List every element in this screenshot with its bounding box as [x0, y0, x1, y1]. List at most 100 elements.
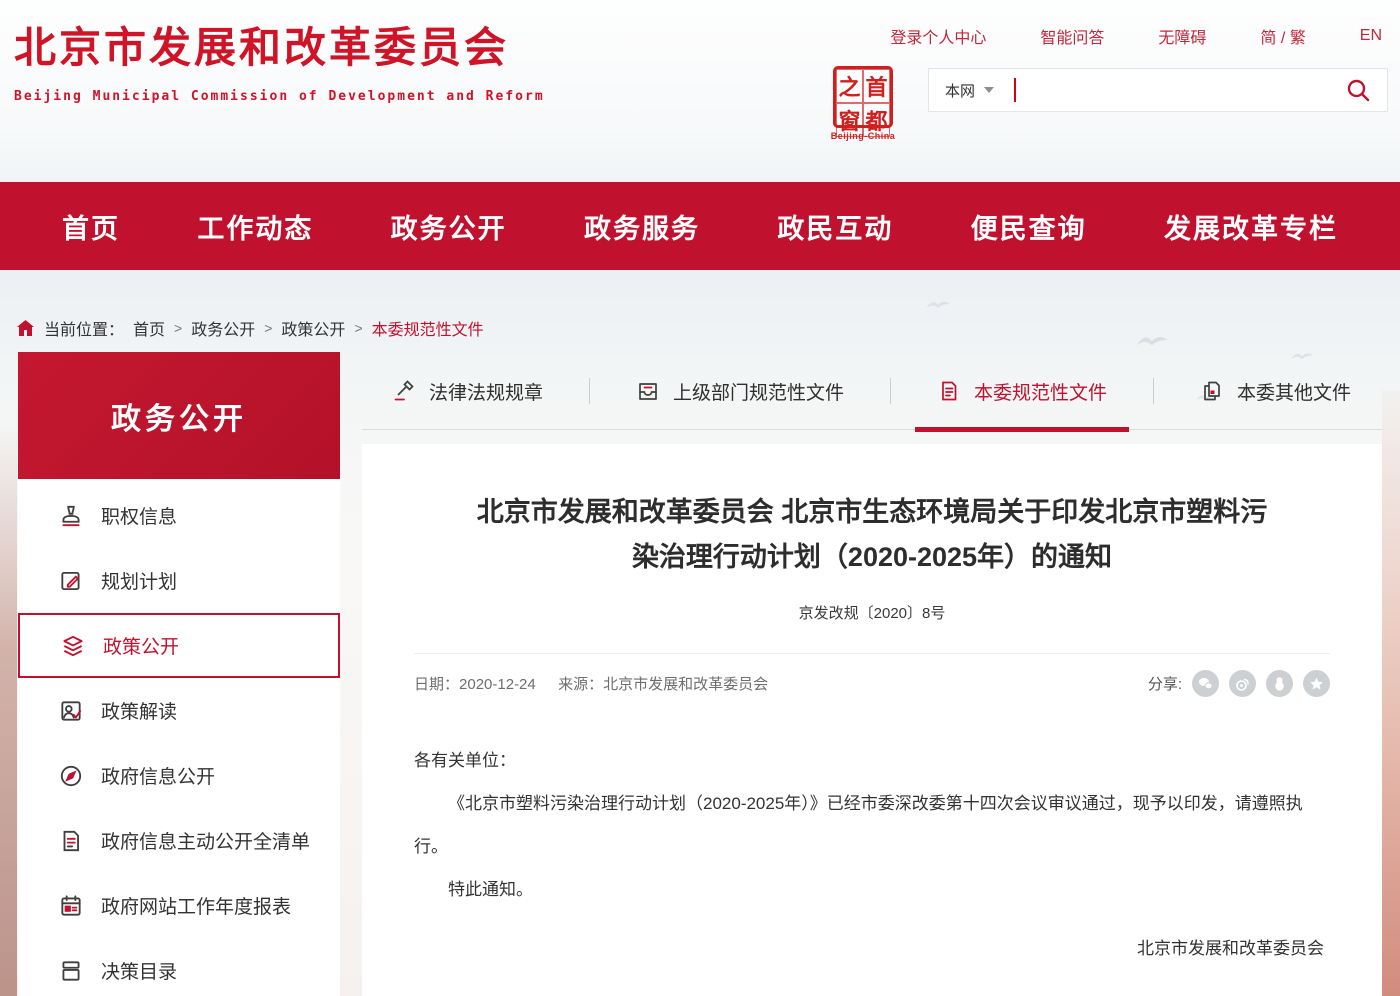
english-link[interactable]: EN: [1360, 27, 1382, 45]
tab-label: 本委规范性文件: [974, 378, 1107, 405]
person-check-icon: [58, 698, 84, 724]
content-layout: 政务公开 职权信息 规划计划: [18, 352, 1382, 996]
gavel-icon: [392, 379, 416, 403]
breadcrumb-separator: >: [354, 320, 362, 336]
background-photo-right-edge: [1382, 390, 1400, 996]
breadcrumb-policy-disclosure[interactable]: 政策公开: [281, 316, 345, 340]
document-number: 京发改规〔2020〕8号: [414, 602, 1330, 623]
main-navigation: 首页 工作动态 政务公开 政务服务 政民互动 便民查询 发展改革专栏: [0, 182, 1400, 270]
breadcrumb-gov-disclosure[interactable]: 政务公开: [191, 316, 255, 340]
text-cursor: [1014, 78, 1016, 102]
breadcrumb-label: 当前位置：: [44, 316, 124, 340]
tab-other-docs[interactable]: 本委其他文件: [1178, 352, 1373, 430]
breadcrumb-home[interactable]: 首页: [133, 316, 165, 340]
capital-window-logo[interactable]: 之 首 窗 都 Beijing-China: [824, 66, 902, 141]
smart-qa-link[interactable]: 智能问答: [1040, 24, 1104, 48]
sidebar: 政务公开 职权信息 规划计划: [18, 352, 340, 996]
salutation: 各有关单位：: [414, 739, 1330, 782]
share-label: 分享:: [1148, 673, 1182, 694]
sidebar-item-label: 政策解读: [101, 697, 177, 724]
article-panel: 北京市发展和改革委员会 北京市生态环境局关于印发北京市塑料污染治理行动计划（20…: [362, 444, 1382, 996]
tab-separator: [589, 378, 590, 404]
article-meta: 日期：2020-12-24 来源：北京市发展和改革委员会 分享:: [414, 670, 1330, 697]
share-weibo-icon[interactable]: [1229, 670, 1256, 697]
stamp-char: 之: [836, 69, 863, 103]
nav-work-news[interactable]: 工作动态: [197, 207, 313, 246]
document-icon: [937, 379, 961, 403]
nav-reform-column[interactable]: 发展改革专栏: [1164, 207, 1338, 246]
tab-superior-normative-docs[interactable]: 上级部门规范性文件: [614, 352, 866, 430]
search-row: 之 首 窗 都 Beijing-China 本网: [824, 62, 1388, 141]
paragraph: 《北京市塑料污染治理行动计划（2020-2025年）》已经市委深改委第十四次会议…: [414, 782, 1330, 868]
share-bar: 分享:: [1148, 670, 1330, 697]
paragraph: 特此通知。: [414, 868, 1330, 911]
tab-label: 法律法规规章: [429, 378, 543, 405]
layers-icon: [60, 633, 86, 659]
nav-public-interaction[interactable]: 政民互动: [777, 207, 893, 246]
breadcrumb-separator: >: [264, 320, 272, 336]
site-title: 北京市发展和改革委员会: [14, 14, 545, 75]
sidebar-item-policy-interpretation[interactable]: 政策解读: [18, 678, 340, 743]
page-body: 当前位置： 首页 > 政务公开 > 政策公开 > 本委规范性文件 政务公开 职权…: [0, 270, 1400, 996]
inbox-icon: [636, 379, 660, 403]
main-content: 法律法规规章 上级部门规范性文件: [362, 352, 1382, 996]
tab-commission-normative-docs[interactable]: 本委规范性文件: [915, 352, 1129, 430]
search-scope-dropdown[interactable]: 本网: [945, 80, 994, 101]
sidebar-item-label: 政府网站工作年度报表: [101, 892, 291, 919]
tab-laws-regulations[interactable]: 法律法规规章: [370, 352, 565, 430]
bird-decoration: [1135, 332, 1169, 348]
site-subtitle: Beijing Municipal Commission of Developm…: [14, 89, 545, 104]
sidebar-item-planning[interactable]: 规划计划: [18, 548, 340, 613]
article-body: 各有关单位： 《北京市塑料污染治理行动计划（2020-2025年）》已经市委深改…: [414, 739, 1330, 970]
home-icon: [16, 319, 35, 337]
date-value: 2020-12-24: [459, 676, 536, 693]
sidebar-menu: 职权信息 规划计划 政策公开: [18, 479, 340, 996]
stamp-icon: [58, 503, 84, 529]
sidebar-item-label: 政府信息主动公开全清单: [101, 827, 310, 854]
sidebar-item-policy-disclosure[interactable]: 政策公开: [18, 613, 340, 678]
meta-divider: [414, 653, 1330, 654]
chevron-down-icon: [984, 87, 994, 93]
tab-label: 本委其他文件: [1237, 378, 1351, 405]
sidebar-item-label: 决策目录: [101, 957, 177, 984]
files-icon: [1200, 379, 1224, 403]
signature: 北京市发展和改革委员会: [414, 927, 1330, 970]
sidebar-item-authority-info[interactable]: 职权信息: [18, 483, 340, 548]
sidebar-item-label: 政策公开: [103, 632, 179, 659]
tab-separator: [890, 378, 891, 404]
stamp-seal: 之 首 窗 都: [833, 66, 893, 128]
date-label: 日期：: [414, 676, 459, 693]
site-header: 北京市发展和改革委员会 Beijing Municipal Commission…: [0, 0, 1400, 182]
share-wechat-icon[interactable]: [1192, 670, 1219, 697]
background-photo-left-edge: [0, 420, 17, 996]
sidebar-item-label: 规划计划: [101, 567, 177, 594]
nav-convenient-query[interactable]: 便民查询: [971, 207, 1087, 246]
catalog-icon: [58, 958, 84, 984]
nav-gov-disclosure[interactable]: 政务公开: [391, 207, 507, 246]
simplified-traditional-link[interactable]: 简 / 繁: [1260, 24, 1305, 48]
stamp-caption: Beijing-China: [824, 131, 902, 141]
share-favorite-icon[interactable]: [1303, 670, 1330, 697]
site-logo[interactable]: 北京市发展和改革委员会 Beijing Municipal Commission…: [14, 14, 545, 104]
plan-edit-icon: [58, 568, 84, 594]
sidebar-item-label: 政府信息公开: [101, 762, 215, 789]
nav-home[interactable]: 首页: [62, 207, 120, 246]
sidebar-item-website-annual-report[interactable]: 政府网站工作年度报表: [18, 873, 340, 938]
share-qq-icon[interactable]: [1266, 670, 1293, 697]
breadcrumb-separator: >: [174, 320, 182, 336]
date-source: 日期：2020-12-24 来源：北京市发展和改革委员会: [414, 673, 768, 694]
search-scope-label: 本网: [945, 80, 975, 101]
compass-icon: [58, 763, 84, 789]
search-icon[interactable]: [1345, 77, 1371, 103]
login-link[interactable]: 登录个人中心: [890, 24, 986, 48]
search-input[interactable]: 本网: [928, 68, 1388, 112]
sidebar-item-gov-info-disclosure[interactable]: 政府信息公开: [18, 743, 340, 808]
nav-gov-services[interactable]: 政务服务: [584, 207, 700, 246]
accessibility-link[interactable]: 无障碍: [1158, 24, 1206, 48]
sidebar-title: 政务公开: [18, 352, 340, 479]
annual-report-icon: [58, 893, 84, 919]
sidebar-item-proactive-disclosure-list[interactable]: 政府信息主动公开全清单: [18, 808, 340, 873]
sidebar-item-decision-catalog[interactable]: 决策目录: [18, 938, 340, 996]
article-title: 北京市发展和改革委员会 北京市生态环境局关于印发北京市塑料污染治理行动计划（20…: [467, 490, 1277, 580]
source-value: 北京市发展和改革委员会: [603, 676, 768, 693]
